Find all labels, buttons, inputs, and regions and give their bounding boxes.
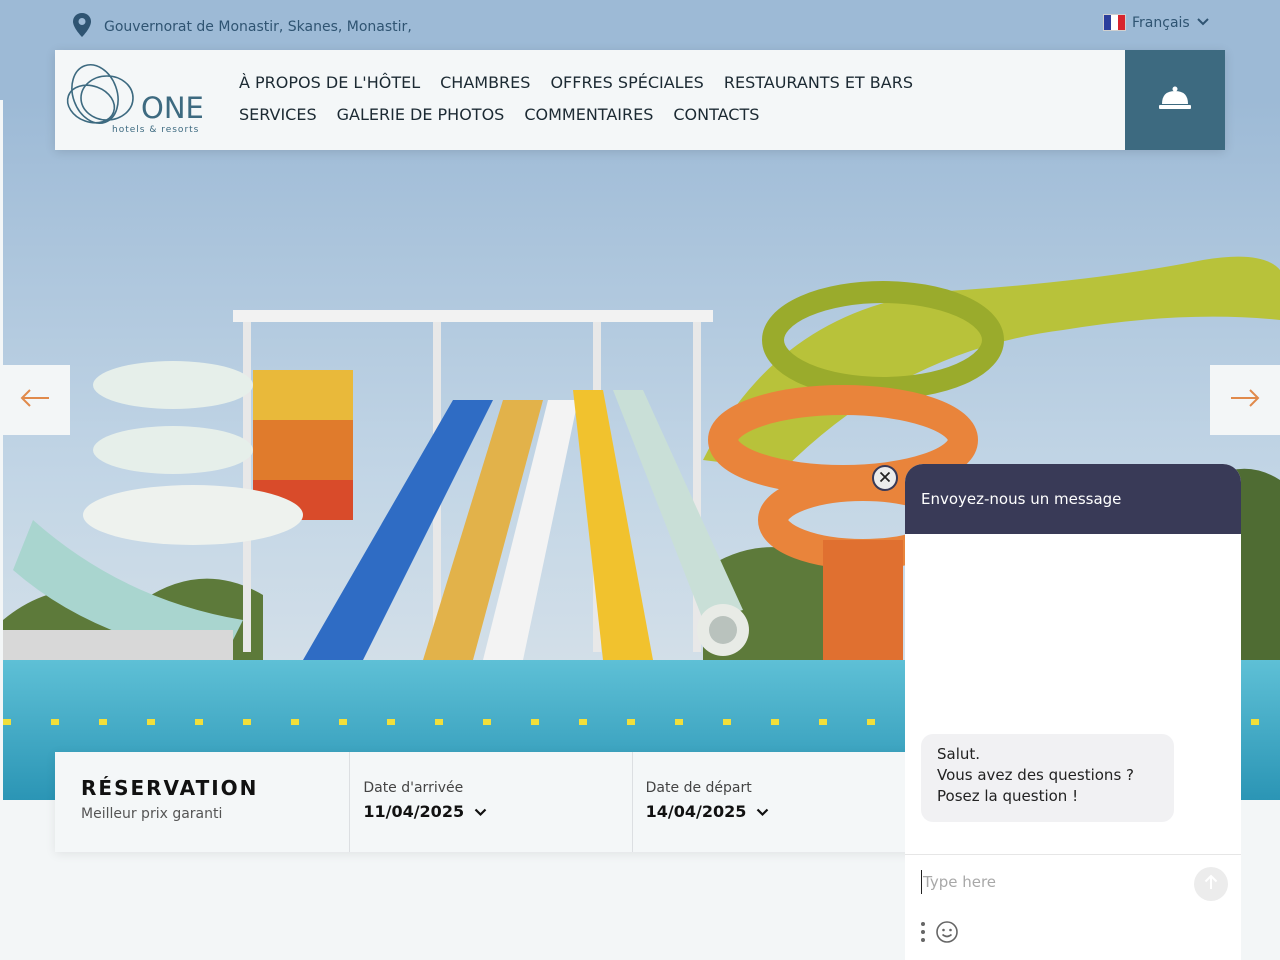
language-label: Français	[1132, 14, 1190, 31]
departure-date-label: Date de départ	[645, 780, 752, 796]
departure-date-value: 14/04/2025	[645, 802, 747, 821]
brand-logo[interactable]: ONE hotels & resorts	[65, 62, 205, 138]
chevron-down-icon	[474, 802, 487, 821]
chat-greeting-line: Vous avez des questions ?	[937, 766, 1134, 784]
chevron-down-icon	[756, 802, 769, 821]
reception-bell-icon	[1158, 85, 1192, 115]
more-vertical-icon[interactable]	[919, 921, 927, 947]
arrival-date-label: Date d'arrivée	[363, 780, 464, 796]
nav-contacts[interactable]: CONTACTS	[673, 104, 759, 125]
chat-message-input[interactable]	[921, 870, 1181, 894]
chat-close-button[interactable]	[872, 465, 898, 491]
slider-prev-button[interactable]	[0, 365, 70, 435]
close-icon	[879, 471, 891, 486]
language-selector[interactable]: Français	[1103, 14, 1210, 31]
reservation-subtitle: Meilleur prix garanti	[81, 806, 223, 822]
nav-photo-gallery[interactable]: GALERIE DE PHOTOS	[337, 104, 505, 125]
slider-next-button[interactable]	[1210, 365, 1280, 435]
address-bar: Gouvernorat de Monastir, Skanes, Monasti…	[72, 12, 412, 42]
chat-toolbar	[919, 920, 959, 948]
chat-header: Envoyez-nous un message	[905, 464, 1241, 534]
logo-tagline: hotels & resorts	[112, 125, 199, 135]
chat-greeting-line: Posez la question !	[937, 787, 1079, 805]
nav-restaurants-bars[interactable]: RESTAURANTS ET BARS	[724, 72, 913, 93]
arrow-right-icon	[1229, 388, 1261, 412]
chat-greeting-line: Salut.	[937, 745, 981, 763]
arrival-date-picker[interactable]: Date d'arrivée 11/04/2025	[350, 752, 633, 852]
chat-send-button[interactable]	[1194, 867, 1228, 901]
reception-button[interactable]	[1125, 50, 1225, 150]
arrival-date-value-row: 11/04/2025	[363, 802, 631, 821]
address-text: Gouvernorat de Monastir, Skanes, Monasti…	[104, 19, 412, 35]
chat-widget: Envoyez-nous un message Salut. Vous avez…	[905, 464, 1241, 960]
chat-divider	[905, 854, 1241, 855]
nav-reviews[interactable]: COMMENTAIRES	[524, 104, 653, 125]
logo-wordmark: ONE	[141, 91, 204, 125]
main-header: ONE hotels & resorts À PROPOS DE L'HÔTEL…	[55, 50, 1225, 150]
main-nav: À PROPOS DE L'HÔTEL CHAMBRES OFFRES SPÉC…	[239, 72, 999, 125]
nav-rooms[interactable]: CHAMBRES	[440, 72, 530, 93]
nav-special-offers[interactable]: OFFRES SPÉCIALES	[550, 72, 703, 93]
departure-date-value-row: 14/04/2025	[646, 802, 914, 821]
france-flag-icon	[1103, 14, 1126, 31]
reservation-bar: RÉSERVATION Meilleur prix garanti Date d…	[55, 752, 915, 852]
nav-services[interactable]: SERVICES	[239, 104, 317, 125]
reservation-title: RÉSERVATION	[81, 776, 259, 800]
send-arrow-icon	[1204, 874, 1218, 894]
departure-date-picker[interactable]: Date de départ 14/04/2025	[633, 752, 915, 852]
reservation-title-block: RÉSERVATION Meilleur prix garanti	[55, 752, 351, 852]
chat-greeting-bubble: Salut. Vous avez des questions ? Posez l…	[921, 734, 1174, 822]
map-pin-icon	[72, 12, 92, 42]
chevron-down-icon	[1196, 15, 1210, 31]
arrow-left-icon	[19, 388, 51, 412]
arrival-date-value: 11/04/2025	[363, 802, 465, 821]
nav-about-hotel[interactable]: À PROPOS DE L'HÔTEL	[239, 72, 420, 93]
emoji-icon[interactable]	[935, 920, 959, 948]
